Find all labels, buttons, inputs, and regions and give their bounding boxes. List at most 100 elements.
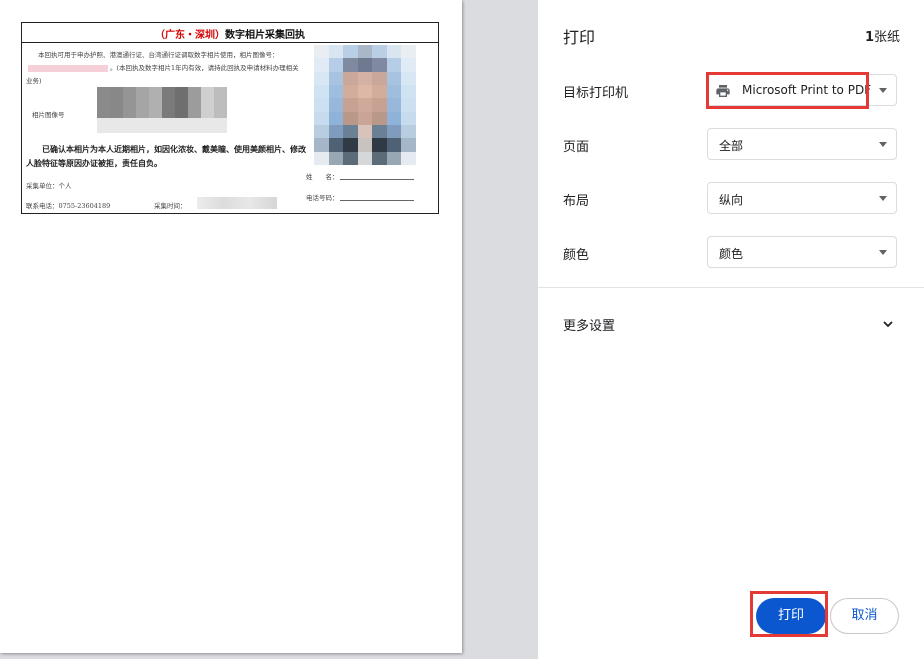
portrait-cell xyxy=(386,84,402,99)
mosaic-cell xyxy=(214,87,227,103)
mosaic-cell xyxy=(201,117,214,133)
intro-line-3: 。(本回执及数字相片1年 xyxy=(110,64,182,72)
blurred-time xyxy=(197,197,277,209)
portrait-cell xyxy=(328,71,344,85)
sheet-count-unit: 张纸 xyxy=(873,30,900,45)
highlight-box-print xyxy=(750,591,828,637)
portrait-cell xyxy=(401,124,416,139)
portrait-cell xyxy=(372,98,387,112)
portrait-cell xyxy=(386,111,402,125)
color-select[interactable]: 颜色 xyxy=(707,236,897,268)
portrait-cell xyxy=(328,124,344,139)
color-value: 颜色 xyxy=(719,247,744,261)
portrait-cell xyxy=(343,45,358,59)
portrait-cell xyxy=(314,45,329,59)
cancel-button[interactable]: 取消 xyxy=(830,598,899,634)
portrait-cell xyxy=(314,84,329,99)
mosaic-cell xyxy=(175,117,188,133)
receipt-title-text: 数字相片采集回执 xyxy=(225,30,305,41)
mosaic-cell xyxy=(110,87,123,103)
pages-select[interactable]: 全部 xyxy=(707,128,897,160)
intro-line-2: 片使用，相片图像号： xyxy=(213,51,279,59)
name-line xyxy=(340,179,414,180)
portrait-cell xyxy=(343,151,358,165)
portrait-cell xyxy=(386,151,402,165)
mosaic-cell xyxy=(162,117,175,133)
photo-id-label: 相片图像号 xyxy=(32,111,65,119)
panel-title: 打印 xyxy=(563,28,596,47)
contact-phone: 联系电话：0755-23604189 xyxy=(26,202,111,210)
photo-receipt: （广东・深圳）数字相片采集回执 本回执可用于申办护照、港澳通行证、台湾通行证调取… xyxy=(21,22,439,214)
portrait-cell xyxy=(328,98,344,112)
sheet-count-number: 1 xyxy=(864,30,874,45)
portrait-cell xyxy=(314,98,329,112)
portrait-cell xyxy=(372,138,387,152)
portrait-cell xyxy=(401,71,416,85)
portrait-cell xyxy=(386,58,402,72)
portrait-cell xyxy=(357,84,373,99)
mosaic-cell xyxy=(97,117,110,133)
portrait-cell xyxy=(328,138,344,152)
chevron-down-icon xyxy=(879,142,887,147)
blurred-barcode xyxy=(97,87,227,133)
portrait-cell xyxy=(401,151,416,165)
portrait-cell xyxy=(314,124,329,139)
portrait-cell xyxy=(401,98,416,112)
mosaic-cell xyxy=(123,102,136,118)
collection-unit: 采集单位：个人 xyxy=(26,182,72,190)
more-settings-toggle[interactable]: 更多设置 xyxy=(563,315,615,334)
portrait-cell xyxy=(372,45,387,59)
portrait-cell xyxy=(401,84,416,99)
portrait-cell xyxy=(343,98,358,112)
portrait-cell xyxy=(314,151,329,165)
portrait-cell xyxy=(386,71,402,85)
layout-value: 纵向 xyxy=(719,193,744,207)
highlight-box-destination xyxy=(706,72,869,109)
mosaic-cell xyxy=(214,102,227,118)
mosaic-cell xyxy=(188,87,201,103)
blurred-portrait-photo xyxy=(314,45,416,165)
portrait-cell xyxy=(357,124,373,139)
mosaic-cell xyxy=(110,102,123,118)
portrait-cell xyxy=(357,58,373,72)
mosaic-cell xyxy=(136,87,149,103)
collection-time-label: 采集时间： xyxy=(154,202,187,210)
tel-line xyxy=(340,200,414,201)
portrait-cell xyxy=(386,124,402,139)
portrait-cell xyxy=(372,124,387,139)
mosaic-cell xyxy=(97,102,110,118)
mosaic-cell xyxy=(201,87,214,103)
portrait-cell xyxy=(401,138,416,152)
receipt-intro: 本回执可用于申办护照、港澳通行证、台湾通行证调取数字相片使用，相片图像号： 。(本… xyxy=(26,49,302,88)
mosaic-cell xyxy=(175,102,188,118)
sheet-count: 1张纸 xyxy=(865,26,900,45)
portrait-cell xyxy=(343,111,358,125)
confirmation-text: 已确认本相片为本人近期相片，如因化浓妆、戴美瞳、使用美颜相片、修改人脸特征等原因… xyxy=(26,145,306,168)
receipt-title: （广东・深圳）数字相片采集回执 xyxy=(22,26,438,41)
section-divider xyxy=(538,287,924,288)
mosaic-cell xyxy=(175,87,188,103)
destination-label: 目标打印机 xyxy=(563,86,629,101)
chevron-down-icon[interactable] xyxy=(882,318,894,330)
color-label: 颜色 xyxy=(563,248,590,263)
print-preview-area: （广东・深圳）数字相片采集回执 本回执可用于申办护照、港澳通行证、台湾通行证调取… xyxy=(0,0,538,659)
mosaic-cell xyxy=(188,117,201,133)
pages-value: 全部 xyxy=(719,139,744,153)
portrait-cell xyxy=(343,124,358,139)
mosaic-cell xyxy=(162,87,175,103)
mosaic-cell xyxy=(188,102,201,118)
mosaic-cell xyxy=(149,102,162,118)
mosaic-cell xyxy=(149,117,162,133)
receipt-title-rule xyxy=(22,42,438,43)
mosaic-cell xyxy=(201,102,214,118)
portrait-cell xyxy=(401,45,416,59)
preview-page: （广东・深圳）数字相片采集回执 本回执可用于申办护照、港澳通行证、台湾通行证调取… xyxy=(0,0,462,653)
portrait-cell xyxy=(372,58,387,72)
mosaic-cell xyxy=(123,117,136,133)
portrait-cell xyxy=(343,84,358,99)
portrait-cell xyxy=(386,98,402,112)
layout-select[interactable]: 纵向 xyxy=(707,182,897,214)
portrait-cell xyxy=(357,45,373,59)
intro-line-1: 本回执可用于申办护照、港澳通行证、台湾通行证调取数字相 xyxy=(38,51,214,59)
portrait-cell xyxy=(357,138,373,152)
